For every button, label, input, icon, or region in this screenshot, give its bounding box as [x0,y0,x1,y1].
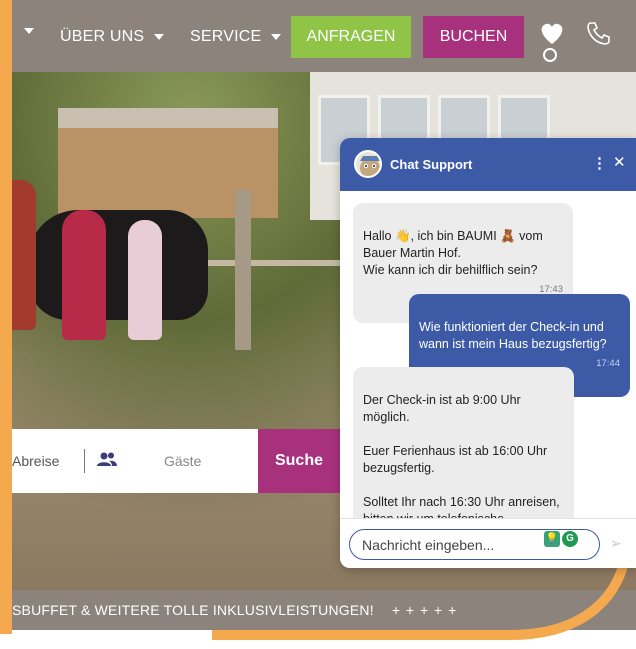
phone-icon[interactable] [586,20,612,51]
message-text: Wie funktioniert der Check-in und wann i… [419,320,607,351]
hero-fence-post [235,190,251,350]
nav-item-ueber-uns[interactable]: ÜBER UNS [60,28,165,46]
lightbulb-icon[interactable]: 💡 [544,531,560,547]
buchen-button[interactable]: BUCHEN [423,16,524,58]
guests-icon [97,451,117,472]
heart-icon[interactable] [538,20,566,67]
divider [84,449,85,473]
chat-message-bot: Der Check-in ist ab 9:00 Uhr möglich. Eu… [353,367,574,518]
hero-child [128,220,162,340]
chat-widget: Chat Support ⋮ ✕ Hallo 👋, ich bin BAUMI … [340,138,636,568]
chat-input-area: 💡 G ➢ [340,518,636,568]
hero-horse [28,210,208,320]
nav-item-partial[interactable] [14,28,34,34]
message-text: Der Check-in ist ab 9:00 Uhr möglich. Eu… [363,393,560,518]
chevron-down-icon [154,34,165,40]
nav-item-label: SERVICE [190,28,262,45]
decorative-orange-bar [0,0,12,634]
send-icon[interactable]: ➢ [610,535,622,552]
grammar-check-icon[interactable]: G [562,531,578,547]
gaeste-field[interactable]: Gäste [164,453,201,469]
top-navbar: ÜBER UNS SERVICE ANFRAGEN BUCHEN [0,0,636,72]
abreise-field[interactable]: Abreise [12,453,59,469]
hero-person [62,210,106,340]
more-options-icon[interactable]: ⋮ [592,154,607,172]
input-extension-badges: 💡 G [544,531,578,547]
nav-item-service[interactable]: SERVICE [190,28,282,46]
chat-title: Chat Support [390,157,473,172]
chat-messages[interactable]: Hallo 👋, ich bin BAUMI 🧸 vom Bauer Marti… [340,191,636,518]
chat-header: Chat Support ⋮ ✕ [340,138,636,191]
chevron-down-icon [24,28,34,34]
chevron-down-icon [271,34,282,40]
nav-item-label: ÜBER UNS [60,28,145,45]
chat-avatar [354,150,382,178]
anfragen-button[interactable]: ANFRAGEN [291,16,411,58]
message-text: Hallo 👋, ich bin BAUMI 🧸 vom Bauer Marti… [363,229,543,277]
close-icon[interactable]: ✕ [613,153,626,171]
